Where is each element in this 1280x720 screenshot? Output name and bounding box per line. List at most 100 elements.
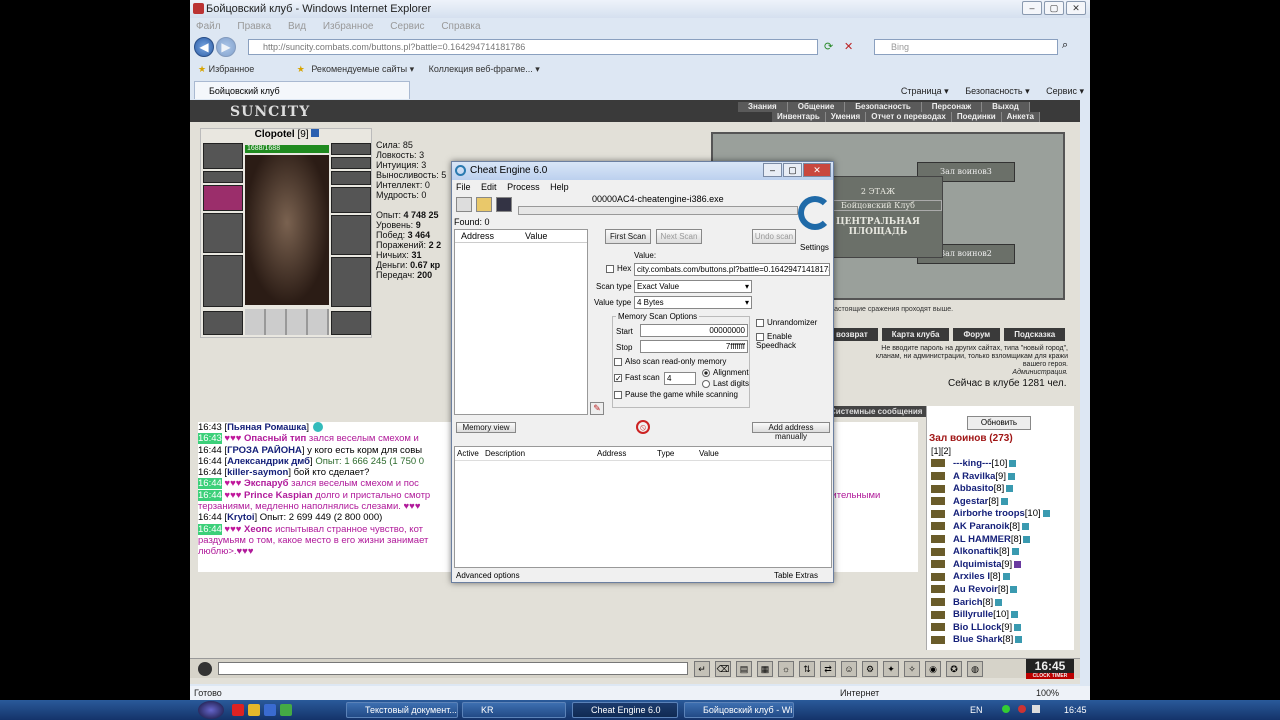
nav-profile[interactable]: Анкета — [1001, 112, 1040, 122]
player-info-icon[interactable] — [995, 598, 1003, 606]
cheat-engine-logo[interactable] — [798, 196, 832, 230]
chat-nick[interactable]: Prince Kaspian — [244, 490, 313, 501]
opera-icon[interactable] — [232, 704, 244, 716]
cmd-tools[interactable]: Сервис ▾ — [1046, 86, 1084, 96]
player-nick[interactable]: Bio LLlock — [953, 622, 1002, 633]
amulet-slot[interactable] — [331, 171, 371, 185]
col-table-value[interactable]: Value — [699, 447, 719, 461]
player-row[interactable]: Agestar[8] — [927, 496, 1008, 509]
private-message-icon[interactable] — [931, 598, 945, 607]
player-nick[interactable]: AK Paranoik — [953, 521, 1010, 532]
fav-link-webslices[interactable]: Коллекция веб-фрагме... ▾ — [429, 64, 540, 74]
found-list[interactable]: Address Value — [454, 229, 588, 415]
menu-edit[interactable]: Правка — [237, 21, 271, 32]
tool-icon-d[interactable]: ✪ — [946, 661, 962, 677]
player-row[interactable]: A Ravilka[9] — [927, 471, 1015, 484]
chat-avatar-icon[interactable] — [198, 662, 212, 676]
advanced-options-link[interactable]: Advanced options — [456, 571, 520, 580]
player-info-icon[interactable] — [1009, 459, 1017, 467]
club-map-button[interactable]: Карта клуба — [881, 328, 950, 341]
back-button[interactable]: ◀ — [194, 37, 214, 57]
ce-menu-edit[interactable]: Edit — [481, 182, 497, 192]
player-nick[interactable]: Barich — [953, 597, 983, 608]
player-nick[interactable]: Agestar — [953, 496, 988, 507]
translit-icon[interactable]: ⇄ — [820, 661, 836, 677]
player-nick[interactable]: ---king--- — [953, 458, 992, 469]
private-message-icon[interactable] — [931, 572, 945, 581]
chat-nick[interactable]: Экспаруб — [244, 478, 289, 489]
private-message-icon[interactable] — [931, 509, 945, 518]
clear-list-icon[interactable]: ⦸ — [636, 420, 650, 434]
cmd-safety[interactable]: Безопасность ▾ — [965, 86, 1029, 96]
fav-link-suggested[interactable]: Рекомендуемые сайты ▾ — [311, 64, 414, 74]
private-message-icon[interactable] — [931, 560, 945, 569]
player-info-icon[interactable] — [1015, 636, 1023, 644]
minimize-button[interactable]: – — [1022, 1, 1042, 15]
player-row[interactable]: AK Paranoik[8] — [927, 521, 1030, 534]
chat-nick[interactable]: Krytoi — [227, 512, 254, 523]
fast-scan-input[interactable]: 4 — [664, 372, 696, 385]
player-info-icon[interactable] — [1006, 485, 1014, 493]
player-nick[interactable]: Airborhe troops — [953, 508, 1025, 519]
private-message-icon[interactable] — [931, 484, 945, 493]
player-info-icon[interactable] — [1014, 623, 1022, 631]
chat-timestamp[interactable]: 16:44 — [198, 512, 222, 523]
chat-timestamp[interactable]: 16:43 — [198, 422, 222, 433]
tray-clock[interactable]: 16:45 — [1064, 700, 1087, 720]
chat-timestamp[interactable]: 16:44 — [198, 467, 222, 478]
first-scan-button[interactable]: First Scan — [605, 229, 651, 244]
col-table-address[interactable]: Address — [597, 447, 626, 461]
nav-inventory[interactable]: Инвентарь — [772, 112, 826, 122]
fighter-icon[interactable]: ☼ — [778, 661, 794, 677]
player-nick[interactable]: AL HAMMER — [953, 534, 1011, 545]
weapon-left-slot[interactable] — [203, 213, 243, 253]
chat-timestamp[interactable]: 16:43 — [198, 433, 222, 445]
pause-row[interactable]: Pause the game while scanning — [614, 390, 738, 399]
player-nick[interactable]: Blue Shark — [953, 634, 1003, 645]
undo-scan-button[interactable]: Undo scan — [752, 229, 796, 244]
fast-scan-row[interactable]: Fast scan — [614, 373, 660, 382]
player-row[interactable]: Blue Shark[8] — [927, 634, 1023, 647]
scan-type-select[interactable]: Exact Value ▾ — [634, 280, 752, 293]
table-extras-link[interactable]: Table Extras — [774, 571, 818, 580]
player-info-icon[interactable] — [1007, 472, 1015, 480]
chat-nick[interactable]: Пьяная Ромашка — [227, 422, 306, 433]
unrandomizer-checkbox[interactable] — [756, 318, 764, 327]
task-cheat-engine[interactable]: Cheat Engine 6.0 — [572, 702, 678, 718]
nav-exit[interactable]: Выход — [982, 102, 1030, 112]
value-type-select[interactable]: 4 Bytes ▾ — [634, 296, 752, 309]
col-address[interactable]: Address — [461, 230, 494, 243]
chat-timestamp[interactable]: 16:44 — [198, 478, 222, 490]
address-input[interactable]: http://suncity.combats.com/buttons.pl?ba… — [248, 39, 818, 55]
task-kr[interactable]: KR — [462, 702, 566, 718]
private-message-icon[interactable] — [931, 547, 945, 556]
col-description[interactable]: Description — [485, 447, 525, 461]
private-message-icon[interactable] — [931, 472, 945, 481]
refresh-button[interactable]: Обновить — [967, 416, 1031, 430]
chat-timestamp[interactable]: 16:44 — [198, 489, 222, 501]
chat-nick[interactable]: killer-saymon — [227, 467, 288, 478]
player-row[interactable]: Alquimista[9] — [927, 559, 1022, 572]
private-message-icon[interactable] — [931, 522, 945, 531]
filter-icon[interactable]: ▤ — [736, 661, 752, 677]
col-value[interactable]: Value — [525, 230, 547, 243]
close-button[interactable]: ✕ — [1066, 1, 1086, 15]
tool-icon-a[interactable]: ✦ — [883, 661, 899, 677]
pointer-scan-icon[interactable]: ✎ — [590, 402, 604, 415]
add-address-button[interactable]: Add address manually — [752, 422, 830, 441]
chat-nick[interactable]: Хеопс — [244, 524, 272, 535]
chat-nick[interactable]: Опасный тип — [244, 433, 306, 444]
ce-maximize-button[interactable]: ▢ — [783, 163, 802, 177]
private-message-icon[interactable] — [931, 585, 945, 594]
memory-view-button[interactable]: Memory view — [456, 422, 516, 433]
character-name[interactable]: Clopotel [9] — [201, 129, 373, 140]
roster-pages[interactable]: [1][2] — [931, 446, 951, 456]
col-active[interactable]: Active — [457, 447, 479, 461]
ce-menu-process[interactable]: Process — [507, 182, 540, 192]
player-nick[interactable]: Billyrulle — [953, 609, 993, 620]
start-button[interactable] — [198, 701, 224, 719]
forum-button[interactable]: Форум — [953, 328, 1001, 341]
last-digits-row[interactable]: Last digits — [702, 379, 749, 388]
unrandomizer-row[interactable]: Unrandomizer — [756, 318, 817, 327]
backpack-slots[interactable] — [245, 309, 329, 335]
